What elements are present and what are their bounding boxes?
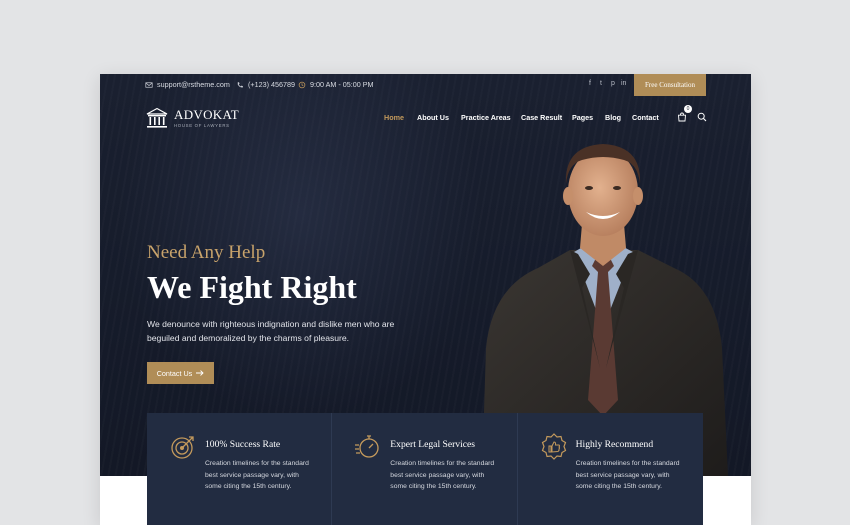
stopwatch-icon — [355, 435, 379, 458]
cart-count-badge: 0 — [684, 105, 692, 113]
nav-practice-areas[interactable]: Practice Areas — [461, 113, 511, 122]
feature-title: 100% Success Rate — [205, 439, 281, 450]
feature-text: Creation timelines for the standard best… — [575, 460, 680, 491]
contact-us-label: Contact Us — [156, 368, 193, 378]
phone-text: (+123) 456789 — [248, 80, 295, 89]
linkedin-icon[interactable]: in — [621, 80, 626, 87]
hours-text: 9:00 AM - 05:00 PM — [310, 80, 374, 89]
free-consultation-button[interactable]: Free Consultation — [634, 74, 706, 96]
logo-name: ADVOKAT — [174, 107, 239, 122]
top-bar: support@rstheme.com (+123) 456789 9:00 A… — [100, 74, 751, 96]
courthouse-icon — [146, 107, 168, 128]
nav-pages[interactable]: Pages — [572, 113, 593, 122]
feature-title: Expert Legal Services — [390, 439, 476, 450]
browser-frame: support@rstheme.com (+123) 456789 9:00 A… — [100, 74, 751, 525]
facebook-icon[interactable]: f — [589, 80, 591, 87]
feature-title: Highly Recommend — [575, 439, 654, 450]
feature-card: 100% Success Rate Creation timelines for… — [147, 413, 333, 525]
feature-card: Expert Legal Services Creation timelines… — [332, 413, 518, 525]
feature-card: Highly Recommend Creation timelines for … — [518, 413, 703, 525]
email-link[interactable]: support@rstheme.com — [145, 80, 230, 89]
nav-case-result[interactable]: Case Result — [521, 113, 562, 122]
phone-icon — [237, 81, 243, 87]
search-icon[interactable] — [697, 112, 707, 122]
target-icon — [171, 436, 194, 459]
nav-home[interactable]: Home — [384, 113, 404, 122]
nav-contact[interactable]: Contact — [632, 113, 659, 122]
features-strip: 100% Success Rate Creation timelines for… — [147, 413, 703, 525]
hero-eyebrow: Need Any Help — [147, 242, 266, 263]
clock-icon — [298, 81, 306, 88]
contact-us-button[interactable]: Contact Us — [147, 362, 214, 384]
nav-blog[interactable]: Blog — [605, 113, 621, 122]
phone-link[interactable]: (+123) 456789 — [236, 80, 295, 89]
nav-about-us[interactable]: About Us — [417, 113, 449, 122]
twitter-icon[interactable]: t — [600, 80, 602, 87]
hours-info: 9:00 AM - 05:00 PM — [298, 80, 374, 89]
pinterest-icon[interactable]: p — [611, 80, 615, 87]
thumbs-up-badge-icon — [541, 433, 566, 460]
feature-text: Creation timelines for the standard best… — [390, 460, 495, 491]
hero-description: We denounce with righteous indignation a… — [147, 319, 395, 343]
arrow-right-icon — [196, 370, 204, 376]
envelope-icon — [145, 81, 153, 88]
site-logo[interactable]: ADVOKAT HOUSE OF LAWYERS — [145, 107, 239, 129]
email-text: support@rstheme.com — [157, 80, 230, 89]
logo-tagline: HOUSE OF LAWYERS — [174, 123, 230, 128]
feature-text: Creation timelines for the standard best… — [205, 460, 309, 491]
shopping-bag-icon[interactable] — [677, 112, 687, 122]
hero-headline: We Fight Right — [147, 269, 357, 305]
